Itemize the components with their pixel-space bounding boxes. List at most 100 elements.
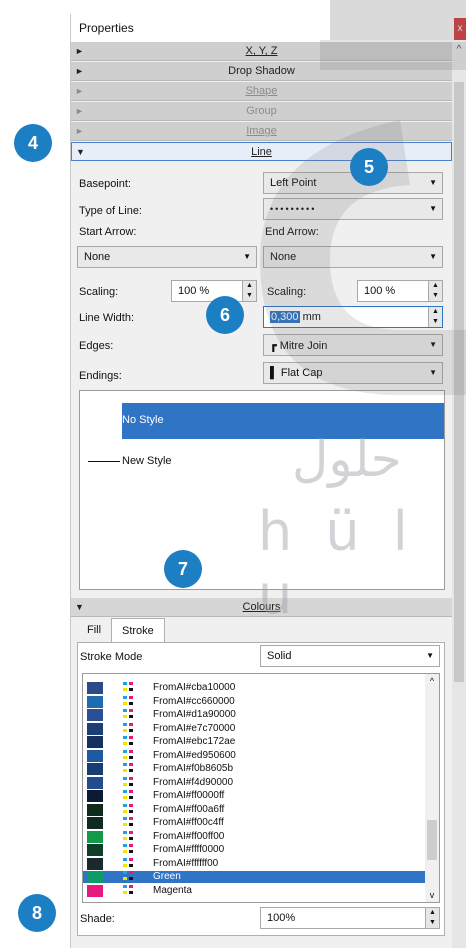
style-name: New Style: [122, 455, 172, 467]
colour-list[interactable]: FromAI#cba10000 FromAI#cc660000 FromAI#d1a…: [82, 673, 440, 903]
colour-list-item[interactable]: FromAI#ed950600: [83, 749, 429, 762]
colour-list-item[interactable]: Magenta: [83, 884, 429, 897]
start-arrow-dropdown[interactable]: None ▼: [77, 246, 257, 268]
colour-swatch: [87, 695, 103, 708]
spin-arrows-icon[interactable]: ▲ ▼: [428, 307, 442, 327]
colour-swatch: [87, 871, 103, 883]
close-icon[interactable]: x: [454, 18, 466, 40]
colour-name: FromAI#ff00a6ff: [153, 803, 225, 815]
mitre-join-icon: ┏: [270, 340, 280, 352]
edges-label: Edges:: [79, 340, 114, 352]
scroll-up-icon[interactable]: ^: [452, 44, 466, 55]
colour-name: FromAI#ff0000ff: [153, 790, 225, 801]
colour-list-item[interactable]: FromAI#cba10000: [83, 682, 429, 694]
scroll-down-icon[interactable]: v: [425, 890, 439, 900]
colour-list-item[interactable]: FromAI#ff00a6ff: [83, 803, 429, 816]
colour-list-item[interactable]: FromAI#e7c70000: [83, 722, 429, 735]
cmyk-indicator-icon: [123, 817, 135, 829]
tab-fill[interactable]: Fill: [77, 618, 111, 642]
stroke-mode-value: Solid: [267, 650, 292, 662]
colour-list-item[interactable]: FromAI#ff00c4ff: [83, 817, 429, 829]
colour-swatch: [87, 776, 103, 789]
cmyk-indicator-icon: [123, 709, 135, 721]
type-of-line-label: Type of Line:: [79, 205, 142, 217]
section-label: Image: [246, 125, 277, 137]
line-width-field[interactable]: 0,300 mm ▲ ▼: [263, 306, 443, 328]
colour-name: FromAI#cc660000: [153, 695, 235, 707]
colour-swatch: [87, 790, 103, 802]
colour-swatch: [87, 722, 103, 735]
section-label: Line: [251, 146, 272, 158]
section-group: ► Group: [71, 102, 452, 121]
section-label: X, Y, Z: [245, 45, 278, 57]
callout-4: 4: [14, 124, 52, 162]
section-label: Colours: [242, 601, 281, 613]
colour-list-item[interactable]: FromAI#cc660000: [83, 695, 429, 708]
colour-name: FromAI#ebc172ae: [153, 736, 236, 747]
chevron-down-icon: ▼: [429, 178, 437, 187]
edges-dropdown[interactable]: ┏ Mitre Join ▼: [263, 334, 443, 356]
scroll-up-icon[interactable]: ^: [425, 676, 439, 686]
basepoint-label: Basepoint:: [79, 178, 131, 190]
colour-list-item[interactable]: Green: [83, 871, 429, 883]
line-preview-icon: [88, 460, 120, 462]
colour-swatch: [87, 844, 103, 856]
cmyk-indicator-icon: [123, 857, 135, 870]
colour-swatch: [87, 803, 103, 816]
list-item-no-style[interactable]: No Style: [122, 403, 444, 439]
panel-scrollbar[interactable]: ^: [452, 42, 466, 948]
colour-list-item[interactable]: FromAI#ebc172ae: [83, 736, 429, 748]
colour-list-item[interactable]: FromAI#ff00ff00: [83, 830, 429, 843]
cmyk-indicator-icon: [123, 776, 135, 789]
line-width-unit: mm: [302, 311, 321, 323]
endings-dropdown[interactable]: ▌ Flat Cap ▼: [263, 362, 443, 384]
scroll-thumb[interactable]: [427, 820, 437, 860]
section-image: ► Image: [71, 122, 452, 141]
section-drop-shadow[interactable]: ► Drop Shadow: [71, 62, 452, 81]
window-title: Properties: [79, 21, 134, 35]
colour-name: FromAI#e7c70000: [153, 722, 236, 734]
section-label: Drop Shadow: [228, 65, 295, 77]
colour-name: FromAI#ed950600: [153, 749, 236, 761]
colour-swatch: [87, 682, 103, 694]
callout-5: 5: [350, 148, 388, 186]
cmyk-indicator-icon: [123, 803, 135, 816]
colour-list-item[interactable]: FromAI#ffffff00: [83, 857, 429, 870]
chevron-down-icon: ▼: [243, 252, 251, 261]
chevron-down-icon: ▼: [429, 204, 437, 213]
cmyk-indicator-icon: [123, 695, 135, 708]
list-item-new-style[interactable]: New Style: [88, 455, 172, 467]
cmyk-indicator-icon: [123, 844, 135, 856]
scaling-right-stepper[interactable]: 100 % ▲ ▼: [357, 280, 443, 302]
colour-swatch: [87, 884, 103, 897]
line-type-dropdown[interactable]: ••••••••• ▼: [263, 198, 443, 220]
chevron-down-icon: ▼: [429, 368, 437, 377]
spin-arrows-icon[interactable]: ▲ ▼: [428, 281, 442, 301]
spin-arrows-icon[interactable]: ▲ ▼: [425, 908, 439, 928]
end-arrow-dropdown[interactable]: None ▼: [263, 246, 443, 268]
line-style-list[interactable]: No Style New Style: [79, 390, 445, 590]
tab-stroke[interactable]: Stroke: [111, 618, 165, 642]
section-xyz[interactable]: ► X, Y, Z: [71, 42, 452, 61]
colour-name: Magenta: [153, 884, 192, 896]
section-line[interactable]: ▼ Line: [71, 142, 452, 161]
colour-list-item[interactable]: FromAI#f4d90000: [83, 776, 429, 789]
colour-list-item[interactable]: FromAI#ff0000ff: [83, 790, 429, 802]
shade-stepper[interactable]: 100% ▲ ▼: [260, 907, 440, 929]
end-arrow-label: End Arrow:: [265, 226, 319, 238]
colour-swatch: [87, 817, 103, 829]
colour-name: FromAI#ff00c4ff: [153, 817, 224, 828]
section-colours[interactable]: ▼ Colours: [71, 598, 452, 617]
stroke-mode-dropdown[interactable]: Solid ▼: [260, 645, 440, 667]
scroll-thumb[interactable]: [454, 82, 464, 682]
colour-list-item[interactable]: FromAI#ffff0000: [83, 844, 429, 856]
colour-list-item[interactable]: FromAI#d1a90000: [83, 709, 429, 721]
colour-list-scrollbar[interactable]: ^ v: [425, 674, 439, 902]
spin-arrows-icon[interactable]: ▲ ▼: [242, 281, 256, 301]
colour-name: FromAI#ffffff00: [153, 857, 219, 869]
basepoint-value: Left Point: [270, 177, 317, 189]
cmyk-indicator-icon: [123, 871, 135, 883]
scaling-label-left: Scaling:: [79, 286, 119, 298]
colour-name: FromAI#ff00ff00: [153, 830, 225, 842]
colour-list-item[interactable]: FromAI#f0b8605b: [83, 763, 429, 775]
